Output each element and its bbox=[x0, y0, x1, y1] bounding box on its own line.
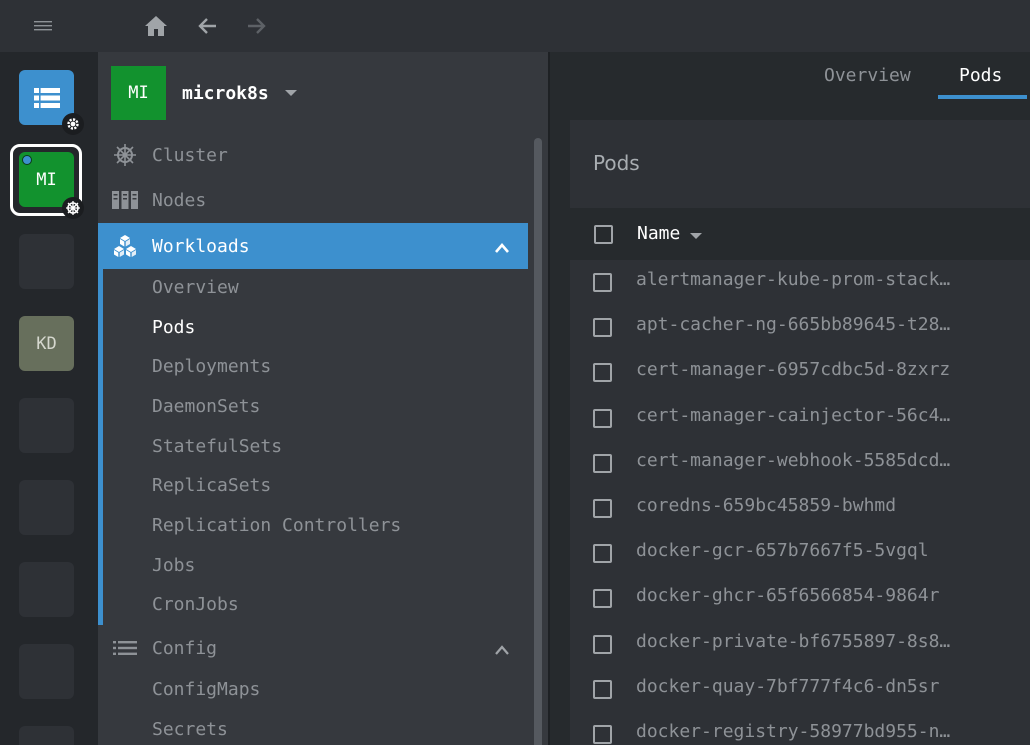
row-checkbox[interactable] bbox=[593, 499, 612, 518]
sidebar-subitem-statefulsets[interactable]: StatefulSets bbox=[152, 435, 282, 459]
cluster-selector[interactable]: MI microk8s bbox=[111, 66, 297, 120]
tab-overview[interactable]: Overview bbox=[824, 65, 911, 86]
table-row[interactable]: docker-ghcr-65f6566854-9864r bbox=[570, 576, 1030, 621]
table-row[interactable]: apt-cacher-ng-665bb89645-t28… bbox=[570, 305, 1030, 350]
kubernetes-helm-icon bbox=[112, 142, 138, 168]
sidebar-item-label: Nodes bbox=[152, 189, 207, 211]
sidebar-subitem-jobs[interactable]: Jobs bbox=[152, 554, 195, 578]
chevron-down-icon bbox=[284, 90, 297, 96]
sidebar-item-cluster[interactable]: Cluster bbox=[98, 132, 528, 178]
hotbar-empty-slot[interactable] bbox=[19, 562, 74, 617]
table-row[interactable]: docker-gcr-657b7667f5-5vgql bbox=[570, 531, 1030, 576]
row-checkbox[interactable] bbox=[593, 363, 612, 383]
workloads-rail bbox=[98, 269, 103, 625]
row-checkbox[interactable] bbox=[593, 544, 612, 564]
sidebar-subitem-secrets[interactable]: Secrets bbox=[152, 718, 228, 742]
sidebar-subitem-daemonsets[interactable]: DaemonSets bbox=[152, 395, 260, 419]
panel-title: Pods bbox=[593, 151, 640, 175]
table-header: Name bbox=[570, 208, 1030, 260]
table-row[interactable]: cert-manager-webhook-5585dcd… bbox=[570, 441, 1030, 486]
chevron-up-icon bbox=[494, 238, 510, 259]
sort-caret-icon[interactable] bbox=[690, 233, 702, 239]
catalog-icon bbox=[33, 87, 60, 108]
hotbar-cluster-mi-label: MI bbox=[36, 169, 57, 190]
server-rack-icon bbox=[112, 187, 138, 213]
tab-bar: Overview Pods bbox=[550, 52, 1030, 102]
table-row[interactable]: docker-registry-58977bd955-n… bbox=[570, 712, 1030, 745]
top-bar bbox=[0, 0, 1030, 52]
back-arrow-icon[interactable] bbox=[191, 10, 223, 42]
pod-name-cell: docker-quay-7bf777f4c6-dn5sr bbox=[636, 675, 940, 697]
hotbar-cluster-mi[interactable]: MI bbox=[19, 152, 84, 219]
tab-pods[interactable]: Pods bbox=[959, 65, 1002, 86]
cubes-icon bbox=[112, 233, 138, 259]
pod-name-cell: docker-gcr-657b7667f5-5vgql bbox=[636, 540, 929, 562]
forward-arrow-icon[interactable] bbox=[241, 10, 273, 42]
catalog-button[interactable] bbox=[19, 70, 84, 135]
row-checkbox[interactable] bbox=[593, 273, 612, 292]
pod-name-cell: cert-manager-webhook-5585dcd… bbox=[636, 449, 951, 471]
hotbar: MI KD bbox=[0, 52, 98, 745]
kubernetes-helm-icon bbox=[62, 197, 84, 219]
hotbar-cluster-kd[interactable]: KD bbox=[19, 316, 74, 371]
pod-name-cell: coredns-659bc45859-bwhmd bbox=[636, 495, 897, 516]
sidebar-subitem-replication-controllers[interactable]: Replication Controllers bbox=[152, 514, 401, 538]
cluster-avatar: MI bbox=[111, 66, 166, 120]
pod-name-cell: docker-ghcr-65f6566854-9864r bbox=[636, 585, 940, 607]
row-checkbox[interactable] bbox=[593, 453, 612, 473]
row-checkbox[interactable] bbox=[593, 408, 612, 428]
sidebar-subitem-overview[interactable]: Overview bbox=[152, 276, 239, 300]
pod-name-cell: cert-manager-6957cdbc5d-8zxrz bbox=[636, 359, 951, 381]
pod-name-cell: cert-manager-cainjector-56c4… bbox=[636, 404, 951, 426]
row-checkbox[interactable] bbox=[593, 679, 612, 699]
connected-status-dot bbox=[22, 155, 32, 165]
sidebar-subitem-pods[interactable]: Pods bbox=[152, 316, 195, 340]
table-row[interactable]: docker-quay-7bf777f4c6-dn5sr bbox=[570, 667, 1030, 712]
table-row[interactable]: cert-manager-6957cdbc5d-8zxrz bbox=[570, 350, 1030, 395]
sidebar-subitem-cronjobs[interactable]: CronJobs bbox=[152, 593, 239, 617]
pod-name-cell: docker-private-bf6755897-8s8… bbox=[636, 630, 951, 652]
column-header-name[interactable]: Name bbox=[637, 223, 680, 244]
pod-name-cell: apt-cacher-ng-665bb89645-t28… bbox=[636, 314, 951, 336]
list-icon bbox=[112, 635, 138, 661]
sidebar-subitem-configmaps[interactable]: ConfigMaps bbox=[152, 678, 260, 702]
chevron-up-icon bbox=[494, 640, 510, 661]
table-row[interactable]: coredns-659bc45859-bwhmd bbox=[570, 486, 1030, 531]
select-all-checkbox[interactable] bbox=[594, 225, 613, 244]
row-checkbox[interactable] bbox=[593, 318, 612, 338]
table-row[interactable]: alertmanager-kube-prom-stack… bbox=[570, 260, 1030, 305]
table-row[interactable]: cert-manager-cainjector-56c4… bbox=[570, 396, 1030, 441]
sidebar-item-label: Cluster bbox=[152, 144, 228, 166]
sidebar-item-nodes[interactable]: Nodes bbox=[98, 177, 528, 223]
menu-icon[interactable] bbox=[28, 10, 60, 42]
hotbar-empty-slot[interactable] bbox=[19, 234, 74, 289]
pod-name-cell: alertmanager-kube-prom-stack… bbox=[636, 269, 951, 290]
hotbar-empty-slot[interactable] bbox=[19, 398, 74, 453]
sidebar-subitem-replicasets[interactable]: ReplicaSets bbox=[152, 474, 271, 498]
sidebar-scrollbar[interactable] bbox=[534, 138, 542, 745]
hotbar-empty-slot[interactable] bbox=[19, 644, 74, 699]
sidebar: MI microk8s Cluster Nodes Workloads Over… bbox=[98, 52, 548, 745]
main-content: Overview Pods Pods Name alertmanager-kub… bbox=[550, 52, 1030, 745]
hotbar-empty-slot[interactable] bbox=[19, 480, 74, 535]
sidebar-item-workloads[interactable]: Workloads bbox=[98, 223, 528, 269]
sidebar-item-config[interactable]: Config bbox=[98, 625, 528, 671]
sidebar-subitem-deployments[interactable]: Deployments bbox=[152, 355, 271, 379]
pods-panel: Pods Name alertmanager-kube-prom-stack… a… bbox=[570, 120, 1030, 745]
row-checkbox[interactable] bbox=[593, 725, 612, 744]
row-checkbox[interactable] bbox=[593, 634, 612, 654]
active-tab-indicator bbox=[938, 95, 1027, 99]
sidebar-item-label: Config bbox=[152, 637, 218, 659]
sidebar-item-label: Workloads bbox=[152, 235, 250, 257]
hotbar-empty-slot[interactable] bbox=[19, 726, 74, 745]
row-checkbox[interactable] bbox=[593, 589, 612, 609]
settings-gear-icon[interactable] bbox=[62, 113, 84, 135]
table-row[interactable]: docker-private-bf6755897-8s8… bbox=[570, 622, 1030, 667]
home-icon[interactable] bbox=[140, 10, 172, 42]
hotbar-cluster-kd-label: KD bbox=[36, 333, 57, 354]
cluster-name: microk8s bbox=[182, 82, 269, 104]
pod-name-cell: docker-registry-58977bd955-n… bbox=[636, 721, 951, 742]
